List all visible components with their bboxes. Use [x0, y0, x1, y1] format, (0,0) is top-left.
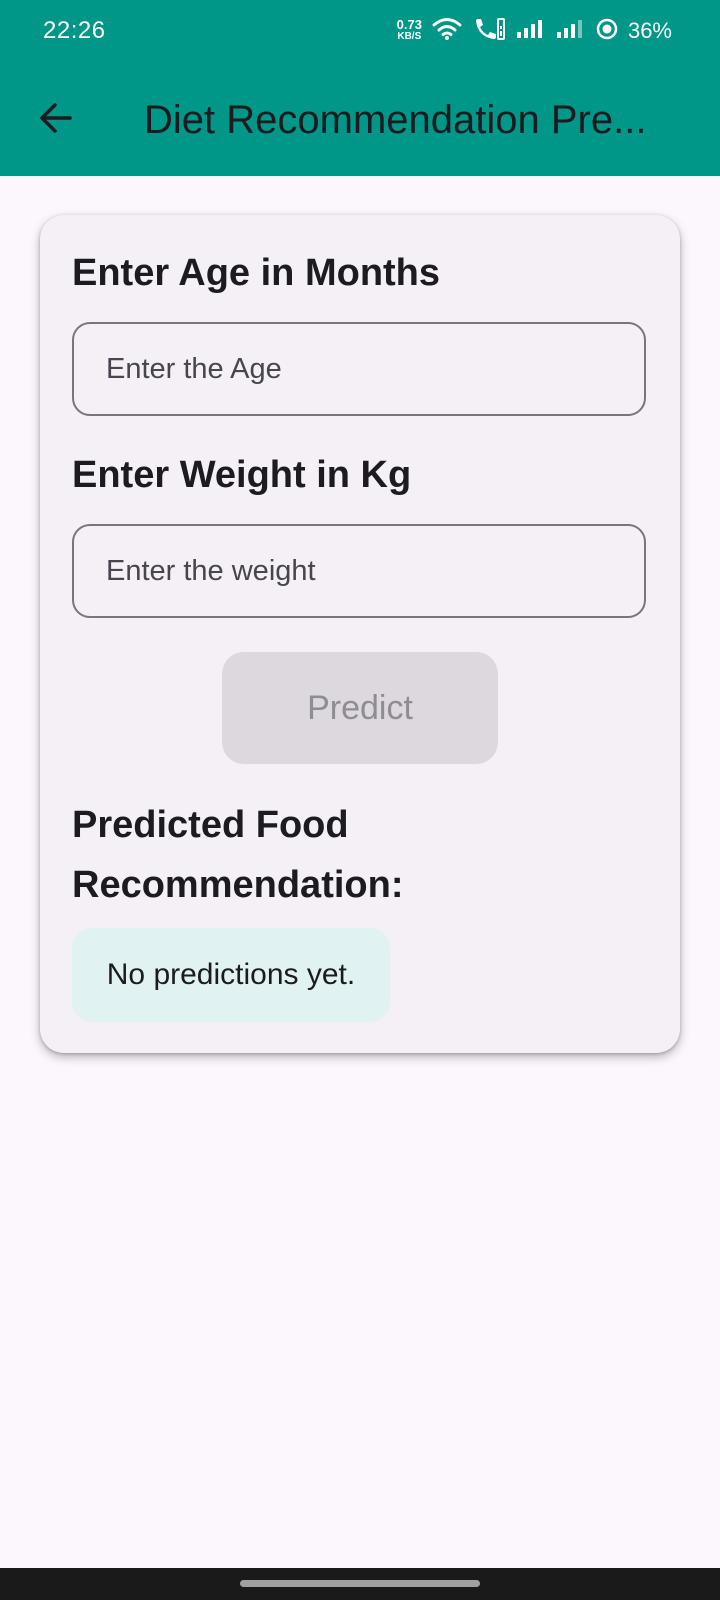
status-time: 22:26	[43, 17, 106, 44]
battery-ring-icon	[596, 18, 618, 45]
page-title: Diet Recommendation Pre...	[144, 98, 647, 142]
weight-field[interactable]	[72, 524, 646, 618]
toolbar: Diet Recommendation Pre...	[0, 64, 720, 176]
status-bar: 22:26 0.73 KB/S 36%	[0, 0, 720, 64]
prediction-card: Enter Age in Months Enter Weight in Kg P…	[40, 215, 680, 1053]
app-bar: 22:26 0.73 KB/S 36% Diet Recommendation …	[0, 0, 720, 176]
wifi-icon	[432, 17, 462, 46]
signal-icon	[516, 18, 546, 45]
network-speed-value: 0.73	[396, 17, 422, 32]
weight-label: Enter Weight in Kg	[72, 454, 412, 496]
age-input[interactable]	[74, 324, 644, 414]
back-button[interactable]	[28, 92, 84, 148]
result-text: No predictions yet.	[106, 958, 356, 991]
signal-icon	[556, 18, 586, 45]
battery-percentage: 36%	[627, 18, 672, 43]
arrow-back-icon	[38, 100, 74, 141]
network-speed-unit: KB/S	[397, 31, 422, 42]
gesture-handle[interactable]	[240, 1580, 480, 1587]
age-field[interactable]	[72, 322, 646, 416]
system-navigation-bar	[0, 1568, 720, 1600]
age-label: Enter Age in Months	[72, 252, 441, 294]
weight-input[interactable]	[74, 526, 644, 616]
result-box: No predictions yet.	[72, 928, 390, 1022]
network-speed: 0.73 KB/S	[396, 17, 422, 43]
predict-button[interactable]: Predict	[222, 652, 498, 764]
call-icon	[472, 16, 506, 47]
status-icons: 0.73 KB/S 36%	[397, 14, 672, 48]
result-heading: Predicted Food Recommendation:	[72, 804, 404, 906]
